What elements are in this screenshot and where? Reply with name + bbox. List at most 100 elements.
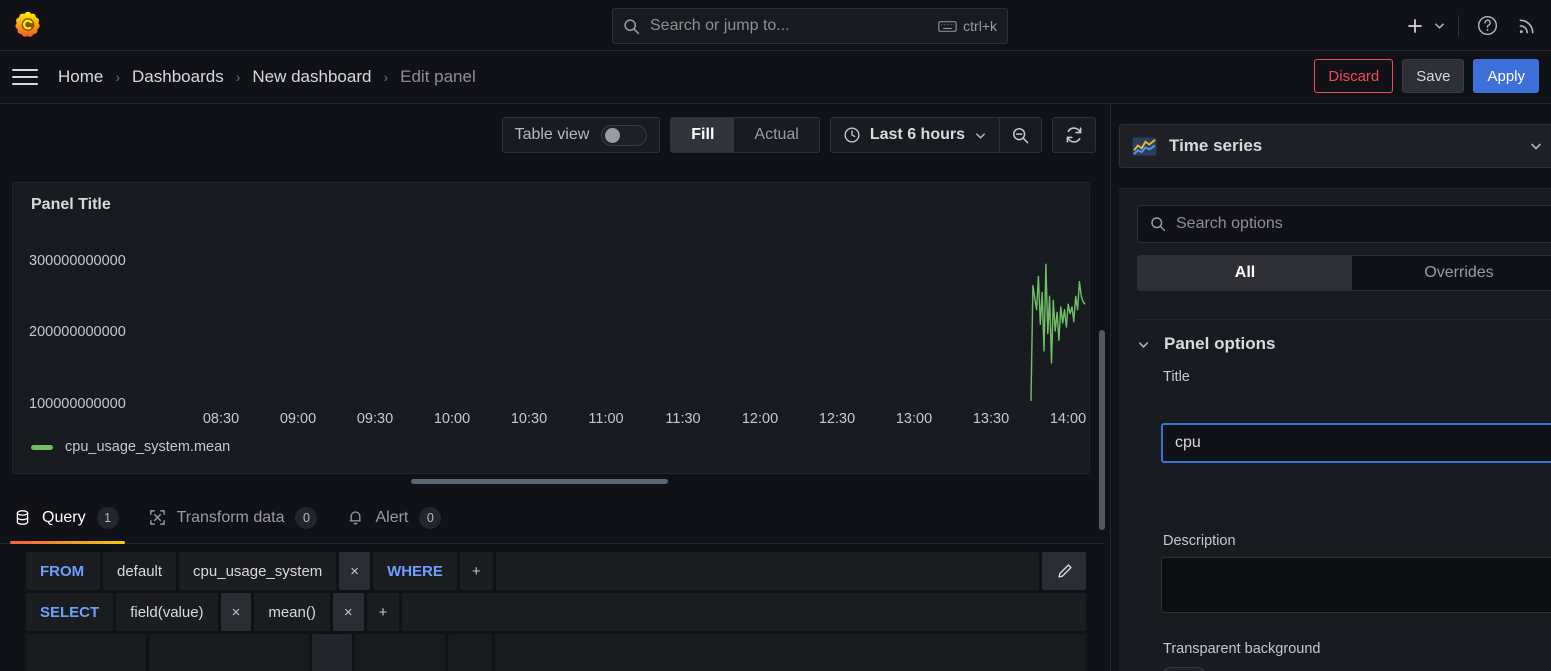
refresh-icon bbox=[1064, 125, 1084, 145]
group-by-add[interactable] bbox=[448, 634, 492, 671]
keyboard-icon bbox=[938, 20, 957, 33]
grafana-edit-panel-page: Search or jump to... ctrl+k Home › Dashb… bbox=[0, 0, 1551, 671]
breadcrumb: Home › Dashboards › New dashboard › Edit… bbox=[56, 67, 478, 87]
x-axis-tick-label: 13:30 bbox=[972, 411, 1010, 427]
panel-options-section-header[interactable]: Panel options bbox=[1137, 319, 1551, 354]
chart-plot-area[interactable]: 300000000000 200000000000 100000000000 bbox=[13, 229, 1091, 429]
group-by-fill[interactable] bbox=[355, 634, 445, 671]
tab-alert-count: 0 bbox=[419, 506, 442, 529]
options-tab-all[interactable]: All bbox=[1138, 256, 1352, 290]
tab-query-count: 1 bbox=[96, 506, 119, 529]
description-field-label: Description bbox=[1163, 533, 1236, 549]
options-pane-scrollbar[interactable] bbox=[1099, 330, 1105, 530]
panel-resize-handle[interactable] bbox=[411, 479, 668, 484]
options-tabs: All Overrides bbox=[1137, 255, 1551, 291]
zoom-out-button[interactable] bbox=[999, 118, 1041, 152]
rss-icon bbox=[1516, 14, 1539, 37]
query-row-from: FROM default cpu_usage_system × WHERE + bbox=[26, 552, 1086, 590]
visualization-picker[interactable]: Time series bbox=[1119, 124, 1551, 168]
x-axis-tick-label: 10:00 bbox=[433, 411, 471, 427]
visualization-picker-label: Time series bbox=[1169, 136, 1263, 155]
select-add[interactable]: + bbox=[366, 593, 400, 631]
group-by-remove[interactable] bbox=[312, 634, 352, 671]
y-axis-tick-label: 300000000000 bbox=[29, 253, 126, 269]
from-measurement-remove[interactable]: × bbox=[339, 552, 371, 590]
options-search-input[interactable]: Search options bbox=[1137, 205, 1551, 243]
group-by-value[interactable] bbox=[149, 634, 309, 671]
query-row-group-by bbox=[26, 634, 1086, 671]
pencil-icon[interactable] bbox=[1042, 552, 1086, 590]
where-keyword[interactable]: WHERE bbox=[373, 552, 457, 590]
legend-series-label: cpu_usage_system.mean bbox=[65, 439, 231, 455]
from-row-filler bbox=[495, 552, 1039, 590]
grafana-logo-icon[interactable] bbox=[12, 9, 44, 41]
from-measurement[interactable]: cpu_usage_system bbox=[179, 552, 337, 590]
breadcrumb-item-home[interactable]: Home bbox=[56, 67, 105, 87]
clock-icon bbox=[843, 126, 861, 144]
time-range-label: Last 6 hours bbox=[869, 126, 965, 143]
database-icon bbox=[14, 509, 31, 526]
breadcrumb-item-new-dashboard[interactable]: New dashboard bbox=[250, 67, 373, 87]
refresh-button[interactable] bbox=[1052, 117, 1096, 153]
panel-title-input[interactable]: cpu bbox=[1161, 423, 1551, 463]
y-axis-tick-label: 100000000000 bbox=[29, 396, 126, 412]
x-axis-tick-label: 09:30 bbox=[356, 411, 394, 427]
transparent-background-toggle[interactable] bbox=[1161, 667, 1207, 671]
table-view-switch[interactable] bbox=[601, 124, 648, 146]
search-icon bbox=[1150, 216, 1166, 232]
search-shortcut-label: ctrl+k bbox=[963, 18, 997, 34]
select-field[interactable]: field(value) bbox=[116, 593, 218, 631]
hamburger-menu-icon[interactable] bbox=[12, 64, 38, 90]
where-add[interactable]: + bbox=[459, 552, 493, 590]
panel-options-pane: Time series Search options All Overrides bbox=[1099, 104, 1551, 671]
breadcrumb-bar: Home › Dashboards › New dashboard › Edit… bbox=[0, 51, 1551, 104]
title-field-label: Title bbox=[1163, 369, 1190, 385]
breadcrumb-separator: › bbox=[235, 69, 241, 85]
table-view-label: Table view bbox=[514, 126, 590, 143]
breadcrumb-separator: › bbox=[383, 69, 389, 85]
chevron-down-icon bbox=[974, 129, 987, 142]
help-button[interactable] bbox=[1467, 6, 1507, 46]
select-keyword[interactable]: SELECT bbox=[26, 593, 114, 631]
panel-title: Panel Title bbox=[31, 196, 111, 213]
search-shortcut-hint: ctrl+k bbox=[938, 18, 997, 34]
panel-description-textarea[interactable] bbox=[1161, 557, 1551, 613]
tab-query-label: Query bbox=[42, 508, 86, 526]
options-search-placeholder: Search options bbox=[1176, 215, 1283, 232]
query-row-select: SELECT field(value) × mean() × + bbox=[26, 593, 1086, 631]
from-keyword[interactable]: FROM bbox=[26, 552, 100, 590]
select-row-filler bbox=[402, 593, 1086, 631]
fit-option-actual[interactable]: Actual bbox=[734, 118, 818, 152]
discard-button[interactable]: Discard bbox=[1314, 59, 1394, 93]
select-field-remove[interactable]: × bbox=[220, 593, 252, 631]
legend-color-swatch bbox=[31, 444, 53, 450]
table-view-toggle[interactable]: Table view bbox=[501, 117, 661, 153]
group-by-keyword[interactable] bbox=[26, 634, 146, 671]
tab-transform-data[interactable]: Transform data 0 bbox=[135, 492, 334, 544]
apply-button[interactable]: Apply bbox=[1473, 59, 1539, 93]
chevron-down-icon bbox=[1529, 139, 1543, 153]
news-button[interactable] bbox=[1507, 6, 1547, 46]
add-new-button[interactable] bbox=[1401, 16, 1450, 36]
top-navigation-bar: Search or jump to... ctrl+k bbox=[0, 0, 1551, 51]
fit-option-fill[interactable]: Fill bbox=[671, 118, 735, 152]
time-range-picker[interactable]: Last 6 hours bbox=[831, 118, 999, 152]
tab-transform-count: 0 bbox=[295, 506, 318, 529]
tab-alert[interactable]: Alert 0 bbox=[333, 492, 457, 544]
top-bar-actions bbox=[1401, 0, 1551, 51]
x-axis-tick-label: 08:30 bbox=[202, 411, 240, 427]
save-button[interactable]: Save bbox=[1402, 59, 1465, 93]
global-search-input[interactable]: Search or jump to... ctrl+k bbox=[612, 8, 1008, 44]
options-tab-overrides[interactable]: Overrides bbox=[1352, 256, 1551, 290]
time-series-icon bbox=[1132, 136, 1157, 156]
select-aggregation[interactable]: mean() bbox=[254, 593, 330, 631]
tab-alert-label: Alert bbox=[375, 508, 409, 526]
group-by-filler bbox=[495, 634, 1086, 671]
tab-query[interactable]: Query 1 bbox=[0, 492, 135, 544]
x-axis-tick-label: 13:00 bbox=[895, 411, 933, 427]
from-policy[interactable]: default bbox=[103, 552, 177, 590]
breadcrumb-item-dashboards[interactable]: Dashboards bbox=[130, 67, 226, 87]
select-aggregation-remove[interactable]: × bbox=[332, 593, 364, 631]
chart-legend[interactable]: cpu_usage_system.mean bbox=[31, 439, 230, 455]
y-axis-tick-label: 200000000000 bbox=[29, 324, 126, 340]
